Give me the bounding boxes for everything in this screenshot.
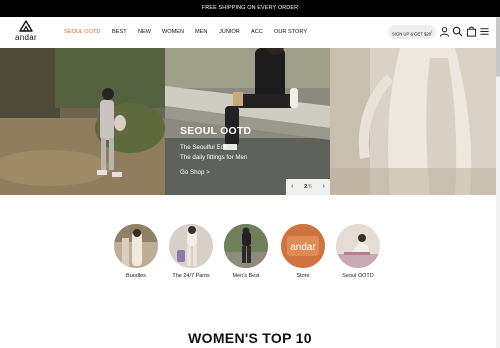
category-label: Seoul OOTD bbox=[342, 273, 374, 279]
category-store[interactable]: andar Store bbox=[276, 224, 330, 279]
site-header: andar SEOUL OOTD BEST NEW WOMEN MEN JUNI… bbox=[0, 17, 500, 48]
hero-cta-link[interactable]: Go Shop > bbox=[180, 169, 210, 176]
nav-new[interactable]: NEW bbox=[138, 17, 151, 48]
hero-photo-walking bbox=[0, 48, 165, 195]
brand-name: andar bbox=[15, 33, 37, 42]
search-icon[interactable] bbox=[452, 26, 463, 37]
nav-men[interactable]: MEN bbox=[195, 17, 207, 48]
mens-best-thumb bbox=[224, 224, 268, 268]
category-label: Bundles bbox=[126, 273, 146, 279]
bundles-thumb bbox=[114, 224, 158, 268]
category-label: The 24/7 Pants bbox=[172, 273, 210, 279]
bag-icon[interactable] bbox=[466, 26, 477, 37]
user-icon[interactable] bbox=[439, 26, 450, 37]
menu-icon[interactable] bbox=[479, 26, 490, 37]
store-thumb: andar bbox=[281, 224, 325, 268]
hero-slide-next[interactable] bbox=[330, 48, 500, 195]
pager-total: 6 bbox=[308, 184, 312, 190]
seoul-ootd-thumb bbox=[336, 224, 380, 268]
andar-logo-icon bbox=[19, 20, 33, 32]
category-seoul-ootd[interactable]: Seoul OOTD bbox=[331, 224, 385, 279]
category-label: Store bbox=[296, 273, 310, 279]
hero-subtitle-1: The Seoulful Edit bbox=[180, 144, 228, 151]
category-bundles[interactable]: Bundles bbox=[109, 224, 163, 279]
hero-carousel[interactable]: SEOUL OOTD The Seoulful Edit The daily f… bbox=[0, 48, 500, 195]
nav-junior[interactable]: JUNIOR bbox=[219, 17, 240, 48]
nav-our-story[interactable]: OUR STORY bbox=[274, 17, 307, 48]
category-mens-best[interactable]: Men's Best bbox=[219, 224, 273, 279]
hero-subtitle-2: The daily fittings for Men bbox=[180, 154, 248, 161]
pants-thumb bbox=[169, 224, 213, 268]
section-title: WOMEN'S TOP 10 bbox=[188, 330, 312, 346]
nav-seoul-ootd[interactable]: SEOUL OOTD bbox=[64, 17, 100, 48]
scrollbar-thumb[interactable] bbox=[496, 17, 500, 77]
hero-photo-relax bbox=[330, 48, 500, 195]
signup-button[interactable]: SIGN UP & GET $20! bbox=[388, 25, 436, 39]
nav-acc[interactable]: ACC bbox=[251, 17, 263, 48]
carousel-pager: ‹ 2/6 › bbox=[286, 179, 330, 195]
carousel-next-icon[interactable]: › bbox=[323, 179, 325, 195]
store-sign-text: andar bbox=[290, 242, 316, 253]
brand-logo[interactable]: andar bbox=[12, 20, 40, 46]
hero-slide-previous[interactable] bbox=[0, 48, 165, 195]
hero-title: SEOUL OOTD bbox=[180, 125, 252, 137]
announcement-bar: FREE SHIPPING ON EVERY ORDER bbox=[0, 0, 500, 17]
nav-best[interactable]: BEST bbox=[112, 17, 127, 48]
category-247-pants[interactable]: The 24/7 Pants bbox=[164, 224, 218, 279]
category-label: Men's Best bbox=[232, 273, 260, 279]
carousel-prev-icon[interactable]: ‹ bbox=[291, 179, 293, 195]
announcement-text: FREE SHIPPING ON EVERY ORDER bbox=[201, 5, 299, 11]
signup-badge: ! bbox=[430, 30, 432, 34]
nav-women[interactable]: WOMEN bbox=[162, 17, 184, 48]
signup-label: SIGN UP & GET $20 bbox=[392, 31, 431, 37]
